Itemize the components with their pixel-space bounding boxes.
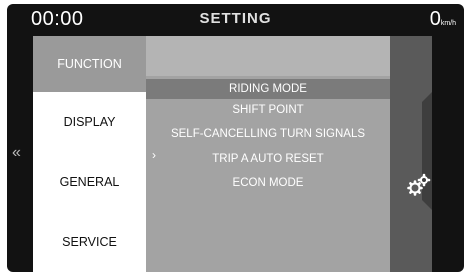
menu-item-label: GENERAL [59, 175, 120, 189]
menu-item-display[interactable]: DISPLAY [33, 92, 146, 152]
speed-value: 0 [429, 8, 441, 30]
page-title: SETTING [199, 10, 272, 27]
speedometer: 0km/h [430, 8, 456, 31]
settings-side-tab [390, 36, 432, 272]
panel-header [146, 36, 390, 76]
list-item-riding-mode[interactable]: RIDING MODE [146, 79, 390, 99]
menu-item-label: FUNCTION [57, 57, 122, 71]
status-bar: 00:00 SETTING 0km/h [7, 4, 464, 36]
list-item-trip-a-auto-reset[interactable]: TRIP A AUTO RESET [146, 149, 390, 169]
setting-screen: 00:00 SETTING 0km/h « FUNCTION DISPLAY G… [7, 4, 464, 272]
selection-arrow-icon: › [152, 148, 156, 162]
menu-item-general[interactable]: GENERAL [33, 152, 146, 212]
list-item-shift-point[interactable]: SHIFT POINT [146, 100, 390, 120]
back-button[interactable]: « [12, 144, 21, 162]
list-item-econ-mode[interactable]: ECON MODE [146, 173, 390, 193]
list-item-self-cancelling-turn-signals[interactable]: SELF-CANCELLING TURN SIGNALS [146, 124, 390, 144]
gears-settings-icon [407, 173, 431, 196]
settings-category-menu: FUNCTION DISPLAY GENERAL SERVICE [33, 36, 146, 272]
menu-item-service[interactable]: SERVICE [33, 212, 146, 272]
menu-item-function[interactable]: FUNCTION [33, 36, 146, 92]
menu-item-label: SERVICE [62, 235, 117, 249]
side-tab-shape [422, 92, 432, 210]
function-settings-panel: RIDING MODE SHIFT POINT SELF-CANCELLING … [146, 36, 390, 272]
menu-item-label: DISPLAY [63, 115, 116, 129]
speed-unit: km/h [440, 20, 456, 27]
